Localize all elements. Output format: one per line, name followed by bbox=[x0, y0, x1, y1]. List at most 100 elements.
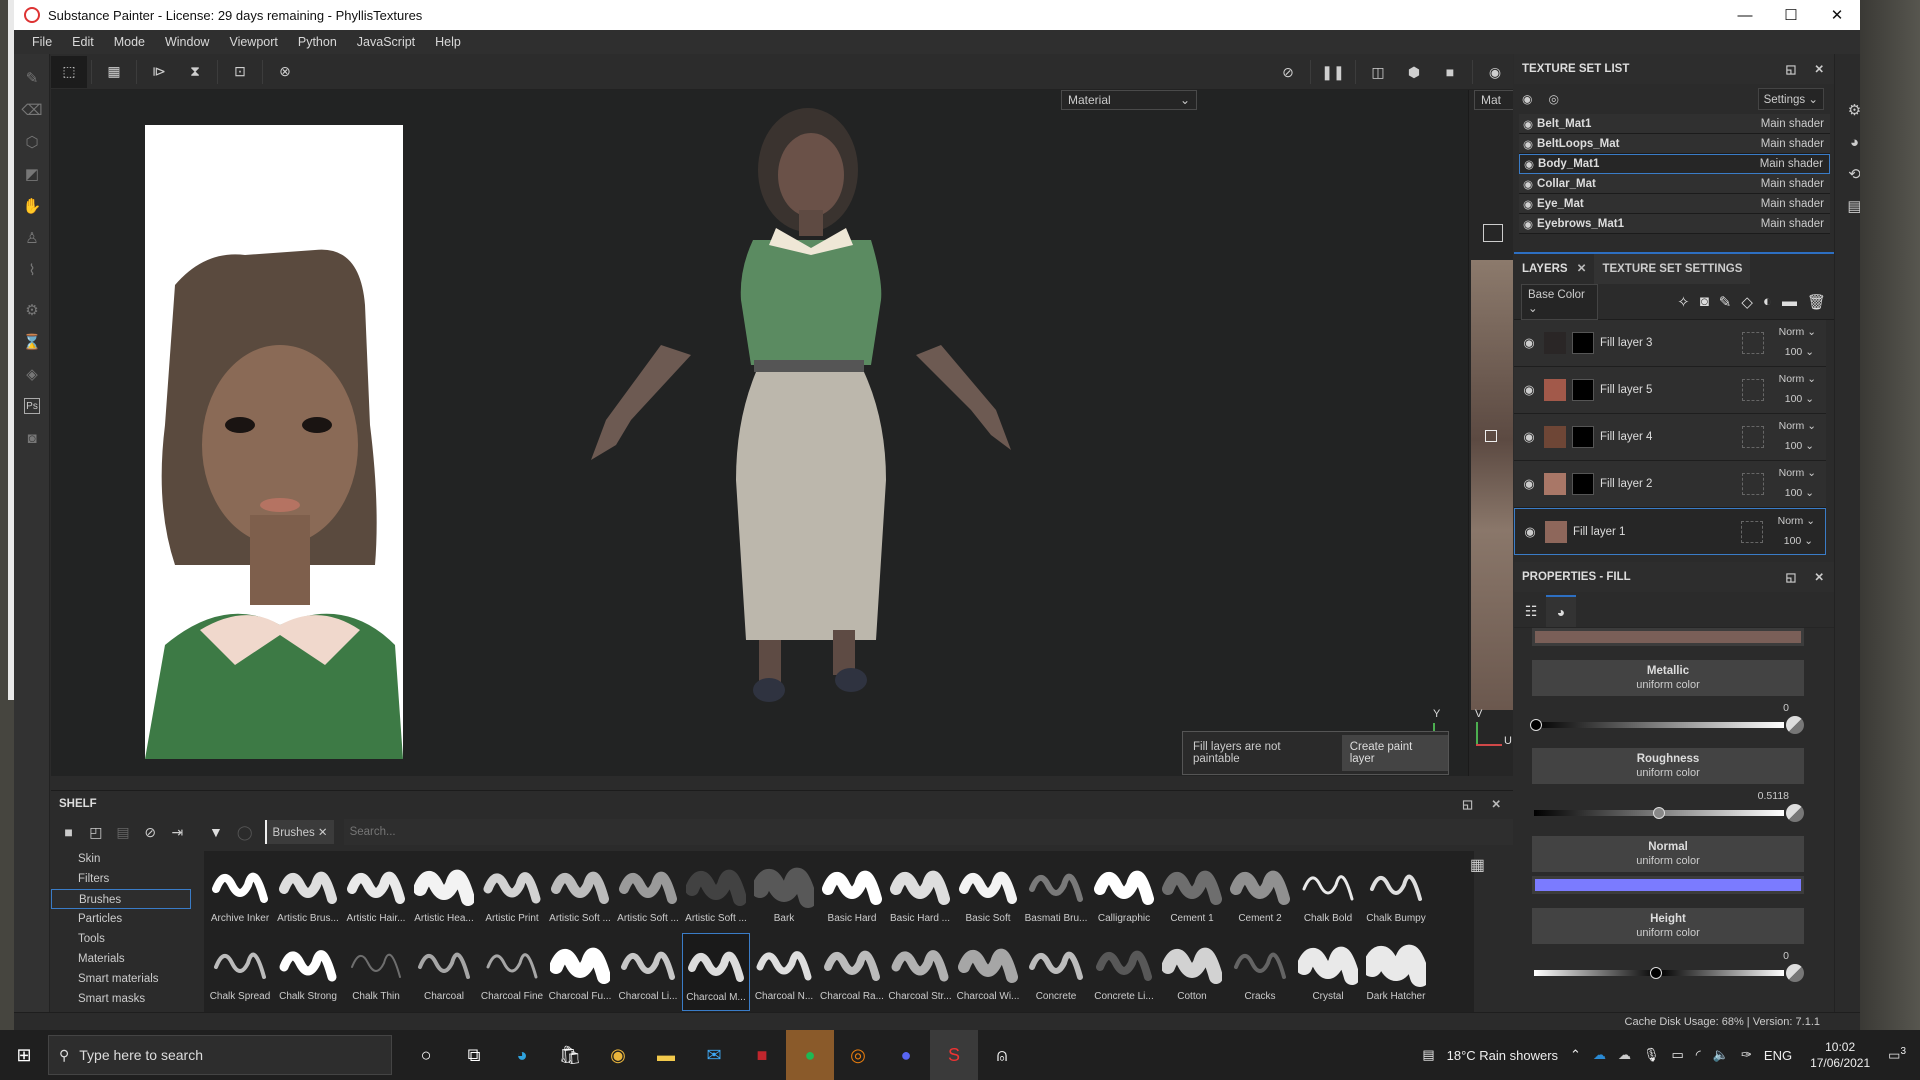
viewport-3d[interactable]: Material ⌄ Y bbox=[51, 90, 1468, 776]
polygon-fill-tool-icon[interactable]: ◩ bbox=[14, 158, 50, 190]
channel-value[interactable]: 0 bbox=[1514, 950, 1789, 962]
texture-set-row[interactable]: ◉ Collar_Mat Main shader bbox=[1519, 174, 1830, 194]
eye-icon[interactable]: ◉ bbox=[1523, 117, 1533, 131]
camera-3d-icon[interactable]: ⬢ bbox=[1396, 56, 1432, 88]
layer-mask-thumbnail[interactable] bbox=[1572, 332, 1594, 354]
close-panel-icon[interactable]: ✕ bbox=[1814, 62, 1824, 76]
channel-header[interactable]: Roughness uniform color bbox=[1532, 748, 1804, 784]
microphone-icon[interactable]: 🎙 bbox=[1643, 1047, 1660, 1063]
slider-knob[interactable] bbox=[1530, 719, 1542, 731]
smudge-tool-icon[interactable]: ✋ bbox=[14, 190, 50, 222]
uv-viewport[interactable]: Mat V U bbox=[1468, 90, 1513, 776]
add-smart-material-icon[interactable]: ◐ bbox=[1763, 293, 1772, 311]
brush-item[interactable]: Artistic Print bbox=[478, 855, 546, 933]
brush-item[interactable]: Basic Hard bbox=[818, 855, 886, 933]
symmetry-x-icon[interactable]: ⧐ bbox=[141, 56, 177, 88]
brush-item[interactable]: Chalk Bold bbox=[1294, 855, 1362, 933]
eye-icon[interactable]: ◉ bbox=[1523, 137, 1533, 151]
add-fill-layer-icon[interactable]: ◇ bbox=[1741, 293, 1753, 311]
onedrive-icon[interactable]: ☁ bbox=[1593, 1047, 1606, 1063]
float-panel-icon[interactable]: ◱ bbox=[1785, 570, 1796, 584]
selection-mode-icon[interactable]: ⬚ bbox=[51, 55, 87, 88]
tab-texture-set-settings[interactable]: TEXTURE SET SETTINGS bbox=[1594, 254, 1751, 284]
paint-brush-tool-icon[interactable]: ✎ bbox=[14, 62, 50, 94]
bake-icon[interactable]: ⚙ bbox=[14, 294, 50, 326]
channel-header[interactable]: Metallic uniform color bbox=[1532, 660, 1804, 696]
channel-header[interactable]: Normal uniform color bbox=[1532, 836, 1804, 872]
minimize-button[interactable]: — bbox=[1722, 0, 1768, 30]
opacity-select[interactable]: 100 ⌄ bbox=[1784, 535, 1813, 547]
substance-share-icon[interactable]: ◈ bbox=[14, 358, 50, 390]
brush-item[interactable]: Artistic Hea... bbox=[410, 855, 478, 933]
grid-layout-icon[interactable]: ▦ bbox=[1470, 855, 1485, 875]
channel-slider[interactable] bbox=[1532, 804, 1804, 822]
channel-slider[interactable] bbox=[1532, 964, 1804, 982]
fill-settings-tab-icon[interactable]: ☷ bbox=[1516, 595, 1546, 627]
texture-set-shader[interactable]: Main shader bbox=[1761, 118, 1824, 130]
shelf-category-filters[interactable]: Filters bbox=[51, 869, 191, 889]
close-panel-icon[interactable]: ✕ bbox=[1814, 570, 1824, 584]
shelf-category-skin[interactable]: Skin bbox=[51, 849, 191, 869]
brush-item[interactable]: Charcoal Li... bbox=[614, 933, 682, 1011]
brush-item[interactable]: Dark Hatcher bbox=[1362, 933, 1430, 1011]
language-indicator[interactable]: ENG bbox=[1764, 1048, 1792, 1063]
menu-file[interactable]: File bbox=[32, 35, 52, 49]
layer-effect-slot[interactable] bbox=[1742, 426, 1764, 448]
brush-item[interactable]: Artistic Hair... bbox=[342, 855, 410, 933]
channel-value[interactable]: 0 bbox=[1514, 702, 1789, 714]
grid-view-icon[interactable]: ▦ bbox=[96, 56, 132, 88]
texture-set-shader[interactable]: Main shader bbox=[1761, 178, 1824, 190]
brush-item[interactable]: Chalk Spread bbox=[206, 933, 274, 1011]
brush-item[interactable]: Charcoal N... bbox=[750, 933, 818, 1011]
menu-help[interactable]: Help bbox=[435, 35, 461, 49]
eye-icon[interactable]: ◉ bbox=[1514, 429, 1544, 445]
capture-icon[interactable]: ◙ bbox=[14, 422, 50, 454]
shelf-category-tools[interactable]: Tools bbox=[51, 929, 191, 949]
blender-icon[interactable]: ◎ bbox=[834, 1030, 882, 1080]
eye-icon[interactable]: ◉ bbox=[1514, 382, 1544, 398]
discord-icon[interactable]: ● bbox=[882, 1030, 930, 1080]
layer-effect-slot[interactable] bbox=[1742, 473, 1764, 495]
texture-set-shader[interactable]: Main shader bbox=[1761, 198, 1824, 210]
wifi-icon[interactable]: ◜ bbox=[1696, 1047, 1701, 1063]
shelf-category-brushes[interactable]: Brushes bbox=[51, 889, 191, 909]
menu-mode[interactable]: Mode bbox=[114, 35, 145, 49]
chrome-icon[interactable]: ◉ bbox=[594, 1030, 642, 1080]
brush-item[interactable]: Bark bbox=[750, 855, 818, 933]
layer-row[interactable]: ◉ Fill layer 2 Norm ⌄ 100 ⌄ bbox=[1514, 461, 1826, 508]
texture-set-shader[interactable]: Main shader bbox=[1761, 218, 1824, 230]
onedrive-error-icon[interactable]: ☁ bbox=[1618, 1047, 1631, 1063]
maximize-button[interactable]: ☐ bbox=[1768, 0, 1814, 30]
brush-item[interactable]: Artistic Soft ... bbox=[614, 855, 682, 933]
app-red-icon[interactable]: ■ bbox=[738, 1030, 786, 1080]
solo-icon[interactable]: ◎ bbox=[1548, 92, 1558, 106]
layer-effect-slot[interactable] bbox=[1742, 379, 1764, 401]
brush-item[interactable]: Calligraphic bbox=[1090, 855, 1158, 933]
tab-layers[interactable]: LAYERS ✕ bbox=[1514, 254, 1594, 284]
blend-mode-select[interactable]: Norm ⌄ bbox=[1779, 373, 1816, 385]
refresh-icon[interactable]: ◯ bbox=[237, 824, 253, 841]
tray-expand-icon[interactable]: ⌃ bbox=[1570, 1047, 1581, 1063]
mail-icon[interactable]: ✉ bbox=[690, 1030, 738, 1080]
symmetry-y-icon[interactable]: ⧗ bbox=[177, 56, 213, 88]
shelf-category-materials[interactable]: Materials bbox=[51, 949, 191, 969]
brush-item[interactable]: Artistic Soft ... bbox=[682, 855, 750, 933]
eye-icon[interactable]: ◉ bbox=[1523, 177, 1533, 191]
brush-item[interactable]: Cement 2 bbox=[1226, 855, 1294, 933]
remove-filter-icon[interactable]: ✕ bbox=[318, 827, 328, 839]
brush-item[interactable]: Archive Inker bbox=[206, 855, 274, 933]
blend-mode-select[interactable]: Norm ⌄ bbox=[1779, 420, 1816, 432]
menu-window[interactable]: Window bbox=[165, 35, 209, 49]
opacity-select[interactable]: 100 ⌄ bbox=[1785, 393, 1814, 405]
shelf-close-icon[interactable]: ✕ bbox=[1491, 797, 1501, 811]
settings-dropdown[interactable]: Settings ⌄ bbox=[1757, 88, 1824, 110]
log-icon[interactable]: ▤ bbox=[1835, 190, 1860, 222]
eye-icon[interactable]: ◉ bbox=[1514, 476, 1544, 492]
channel-value[interactable]: 0.5118 bbox=[1514, 790, 1789, 802]
filter-icon[interactable]: ▼ bbox=[209, 824, 223, 840]
close-button[interactable]: ✕ bbox=[1814, 0, 1860, 30]
layer-mask-thumbnail[interactable] bbox=[1572, 426, 1594, 448]
hide-icon[interactable]: ⊘ bbox=[137, 824, 164, 841]
weather-text[interactable]: 18°C Rain showers bbox=[1447, 1048, 1558, 1063]
channel-header[interactable]: Height uniform color bbox=[1532, 908, 1804, 944]
